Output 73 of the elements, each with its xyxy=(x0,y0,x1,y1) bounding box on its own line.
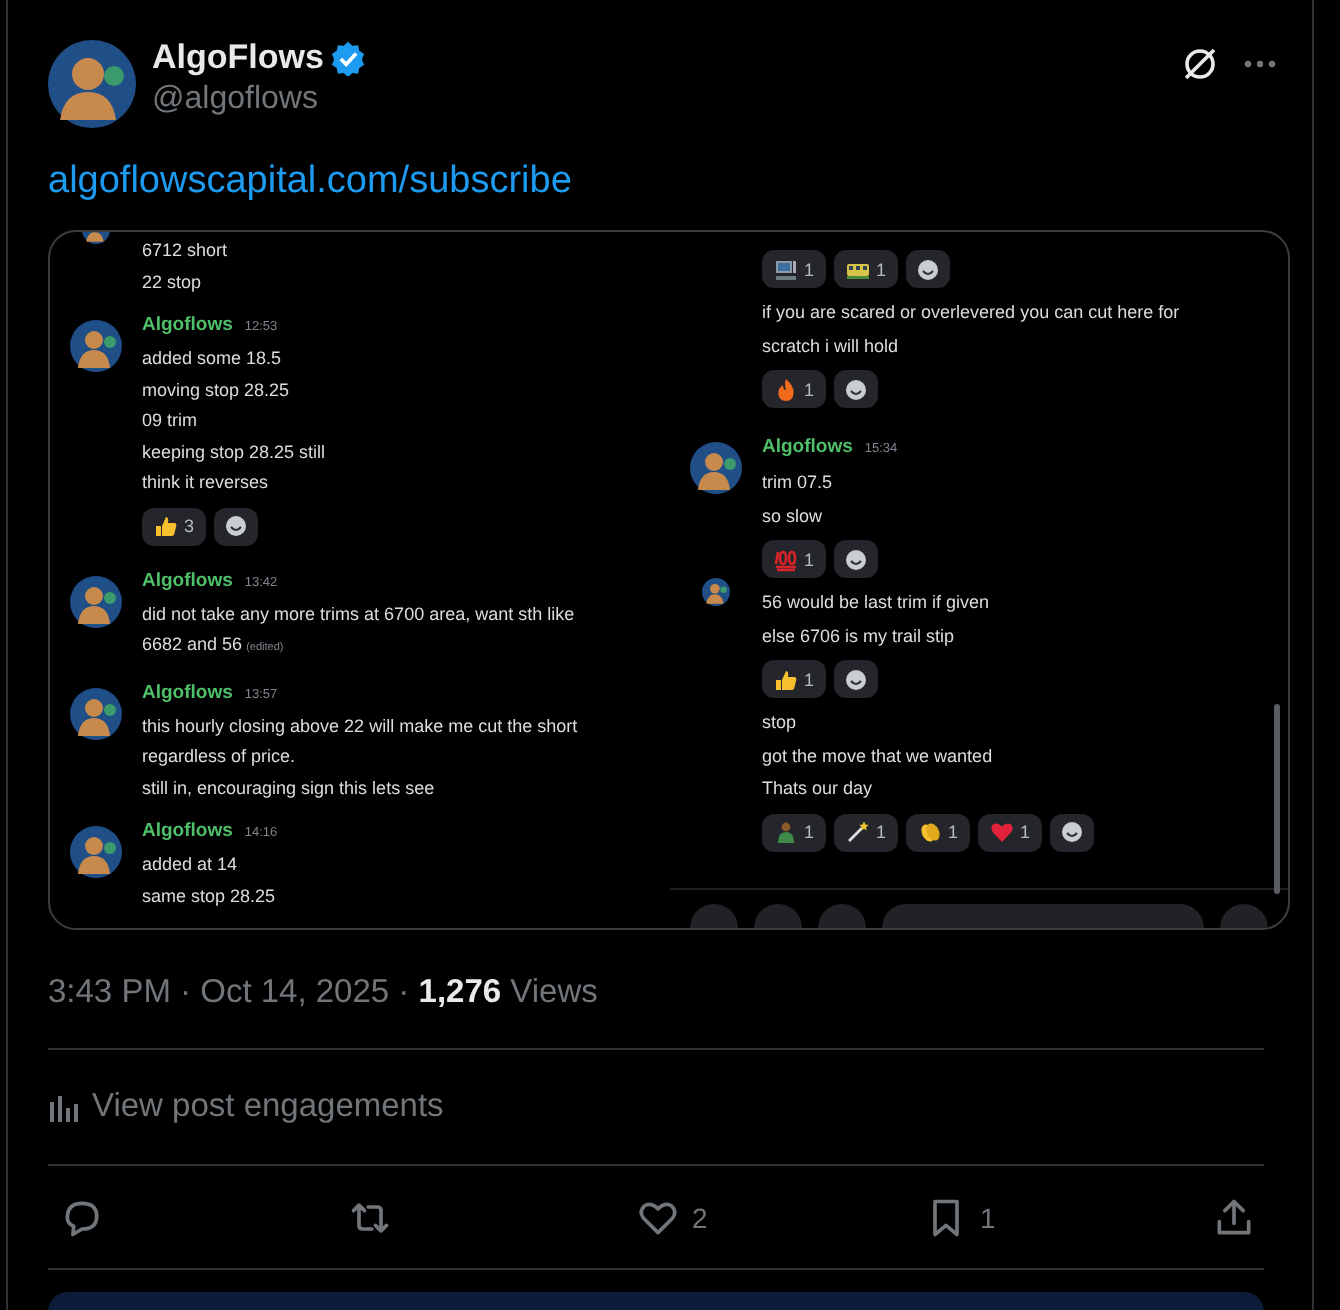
author-name[interactable]: Algoflows xyxy=(142,820,233,842)
smiley-icon xyxy=(844,377,869,401)
avatar xyxy=(70,826,122,878)
message-text: got the move that we wanted xyxy=(762,743,995,770)
reaction-chip[interactable]: 1 xyxy=(762,370,827,408)
message-text: moving stop 28.25 xyxy=(142,377,292,404)
author-name[interactable]: Algoflows xyxy=(142,314,233,336)
smiley-icon xyxy=(844,547,869,571)
avatar xyxy=(70,575,122,627)
message-text: added some 18.5 xyxy=(142,346,284,372)
message-text: keeping stop 28.25 still xyxy=(142,439,328,466)
avatar xyxy=(70,687,122,739)
author-name[interactable]: AlgoFlows xyxy=(152,38,324,78)
slashed-circle-icon[interactable] xyxy=(1180,44,1220,84)
smiley-icon xyxy=(224,514,249,538)
avatar xyxy=(70,320,122,372)
add-reaction-button[interactable] xyxy=(834,370,879,408)
reaction-chip[interactable]: 1 xyxy=(978,813,1043,851)
message-text: 6712 short xyxy=(142,238,230,264)
post-link[interactable]: algoflowscapital.com/subscribe xyxy=(48,160,572,204)
message-text: added at 14 xyxy=(142,852,240,878)
computer-icon xyxy=(774,257,798,281)
smiley-icon xyxy=(844,667,869,691)
reaction-chip[interactable]: 1 xyxy=(834,250,899,288)
message-text: still in, encouraging sign this lets see xyxy=(142,775,437,802)
hundred-icon xyxy=(774,547,798,571)
add-reaction-button[interactable] xyxy=(1050,813,1095,851)
reaction-chip[interactable]: 1 xyxy=(762,660,827,698)
thumbs-up-icon xyxy=(154,514,178,538)
avatar[interactable] xyxy=(48,40,136,128)
fire-icon xyxy=(774,377,798,401)
message-text: 22 stop xyxy=(142,269,204,296)
message-text: if you are scared or overlevered you can cut here for scratch i will hold xyxy=(762,300,1182,359)
post-timestamp: 3:43 PM · Oct 14, 2025 · 1,276 Views xyxy=(48,974,600,1012)
message-text: 09 trim xyxy=(142,408,200,434)
message-text: think it reverses xyxy=(142,470,271,496)
avatar xyxy=(690,442,742,494)
message-text: else 6706 is my trail stip xyxy=(762,623,957,650)
author-name[interactable]: Algoflows xyxy=(762,436,853,458)
smiley-icon xyxy=(916,257,941,281)
share-icon xyxy=(1212,1195,1256,1239)
scrollbar[interactable] xyxy=(1274,704,1280,894)
reaction-chip[interactable]: 1 xyxy=(762,540,827,578)
bar-chart-icon xyxy=(48,1091,80,1123)
add-reaction-button[interactable] xyxy=(906,250,951,288)
message-text: trim 07.5 xyxy=(762,470,835,496)
author-name[interactable]: Algoflows xyxy=(142,569,233,591)
reaction-chip[interactable]: 1 xyxy=(906,813,971,851)
reaction-chip[interactable]: 3 xyxy=(142,507,207,545)
heart-icon xyxy=(990,820,1015,844)
reaction-chip[interactable]: 1 xyxy=(762,250,827,288)
message-text: same stop 28.25 xyxy=(142,883,278,910)
add-reaction-button[interactable] xyxy=(834,540,879,578)
person-icon xyxy=(774,820,798,844)
action-button[interactable]: 1 xyxy=(924,1195,1084,1239)
engagements-link[interactable]: View post engagements xyxy=(48,1050,1292,1164)
thumbs-up-icon xyxy=(774,667,798,691)
add-reaction-button[interactable] xyxy=(214,507,259,545)
action-button[interactable] xyxy=(1212,1195,1256,1239)
author-handle[interactable]: @algoflows xyxy=(152,82,366,118)
author-name[interactable]: Algoflows xyxy=(142,681,233,703)
message-text: this hourly closing above 22 will make me cut the short regardless of price. xyxy=(142,713,580,770)
smiley-icon xyxy=(1060,820,1085,844)
message-text: so slow xyxy=(762,503,825,529)
reaction-chip[interactable]: 1 xyxy=(834,813,899,851)
message-text: 56 would be last trim if given xyxy=(762,590,992,616)
wand-icon xyxy=(846,820,871,844)
clap-icon xyxy=(918,820,943,844)
action-button[interactable]: 2 xyxy=(636,1195,796,1239)
add-reaction-button[interactable] xyxy=(834,660,879,698)
reaction-chip[interactable]: 1 xyxy=(762,813,827,851)
message-text: stop xyxy=(762,710,799,736)
message-text: Thats our day xyxy=(762,776,875,802)
